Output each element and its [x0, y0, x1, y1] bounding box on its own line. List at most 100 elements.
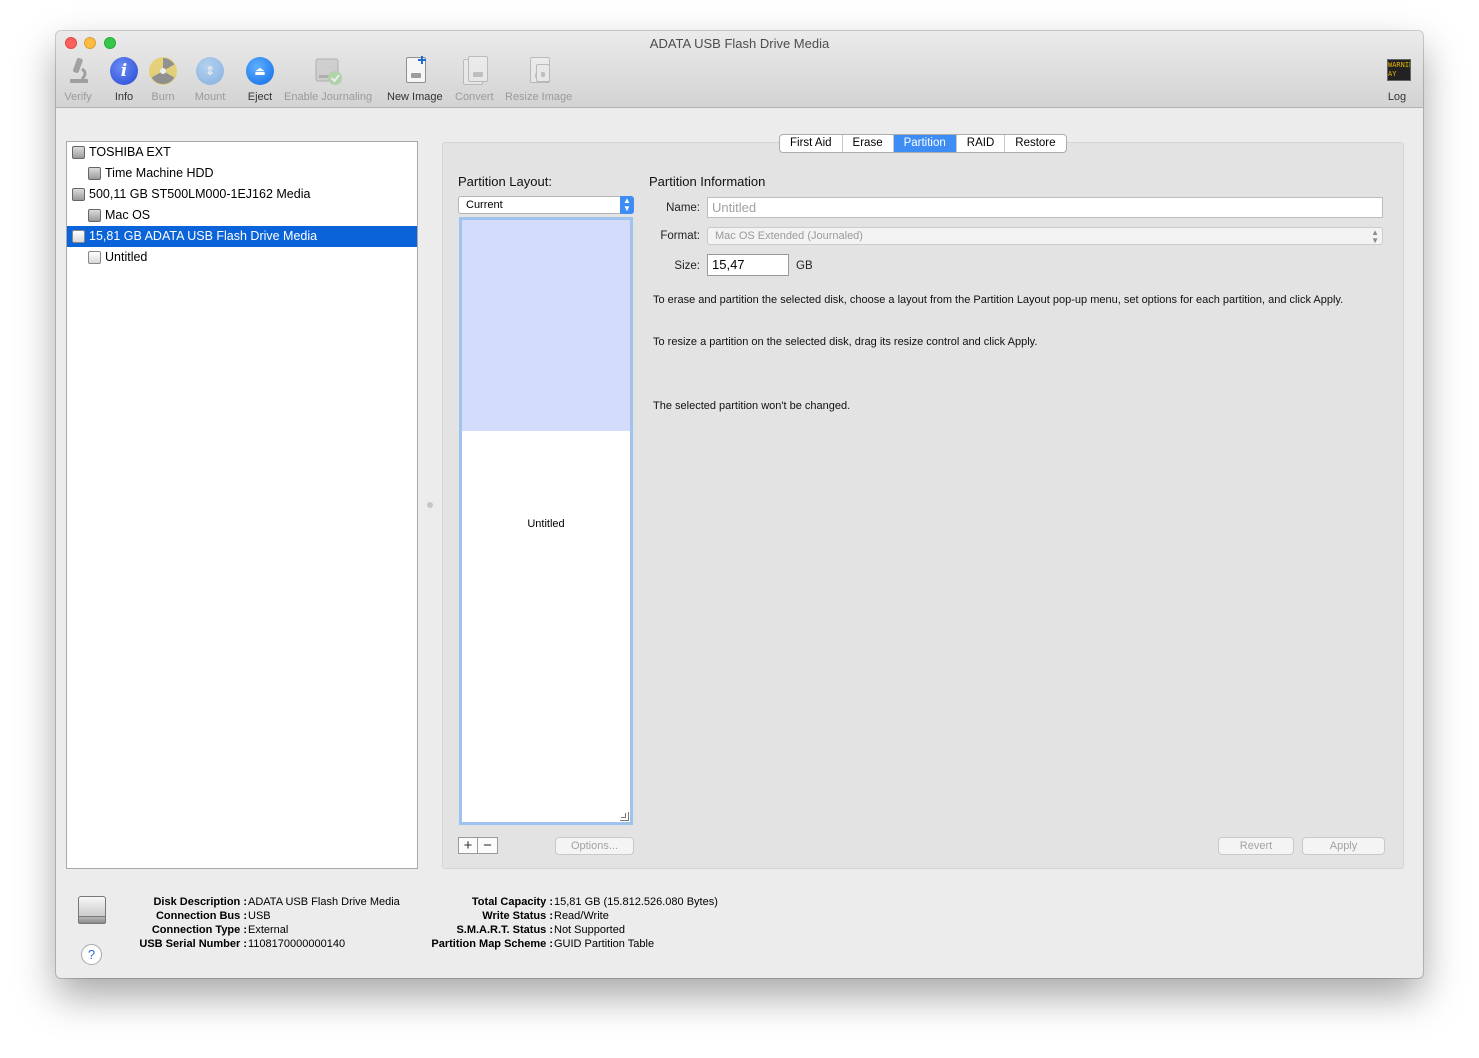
window-title: ADATA USB Flash Drive Media	[649, 36, 830, 51]
connection-bus-label: Connection Bus :	[155, 910, 247, 922]
selected-disk-icon	[78, 896, 106, 926]
partition-layout-popup[interactable]: Current ▲ ▼	[458, 196, 634, 214]
resize-image-icon	[523, 55, 555, 87]
connection-type-value: External	[248, 924, 289, 936]
resize-image-button[interactable]: Resize Image	[505, 55, 572, 103]
disk-list: TOSHIBA EXT Time Machine HDD 500,11 GB S…	[66, 141, 418, 869]
hard-disk-icon	[72, 188, 85, 201]
log-screen-line1: WARNIN	[1388, 61, 1411, 69]
convert-icon	[458, 55, 490, 87]
burn-label: Burn	[151, 91, 175, 103]
size-label: Size:	[674, 260, 700, 272]
new-image-icon	[399, 55, 431, 87]
add-partition-button[interactable]: +	[459, 838, 478, 853]
revert-button[interactable]: Revert	[1218, 837, 1294, 855]
name-label: Name:	[666, 202, 700, 214]
sidebar-item-toshiba-ext[interactable]: TOSHIBA EXT	[67, 142, 417, 163]
sidebar-item-st500lm000-media[interactable]: 500,11 GB ST500LM000-1EJ162 Media	[67, 184, 417, 205]
partition-layout-map: Untitled	[459, 217, 633, 825]
disk-description-value: ADATA USB Flash Drive Media	[248, 896, 400, 908]
partition-resize-handle[interactable]	[620, 812, 629, 821]
sidebar-item-mac-os[interactable]: Mac OS	[67, 205, 417, 226]
write-status-value: Read/Write	[554, 910, 609, 922]
journaling-disk-icon	[312, 55, 344, 87]
info-icon: i	[108, 55, 140, 87]
log-console-icon: WARNIN AY 7:36	[1381, 55, 1413, 87]
eject-label: Eject	[247, 91, 273, 103]
sidebar-item-label: Untitled	[105, 250, 148, 264]
sidebar-item-adata-usb[interactable]: 15,81 GB ADATA USB Flash Drive Media	[67, 226, 417, 247]
options-button[interactable]: Options...	[555, 837, 634, 855]
new-image-label: New Image	[387, 91, 443, 103]
disk-description-label: Disk Description :	[153, 896, 247, 908]
partition-name-field[interactable]: Untitled	[707, 197, 1383, 218]
sidebar-item-untitled[interactable]: Untitled	[67, 247, 417, 268]
resize-image-label: Resize Image	[505, 91, 573, 103]
help-button[interactable]: ?	[81, 944, 102, 965]
sidebar-item-label: Mac OS	[105, 208, 151, 222]
usb-serial-value: 1108170000000140	[248, 938, 346, 950]
partition-add-remove-control: + −	[458, 837, 498, 854]
verify-button[interactable]: Verify	[62, 55, 94, 103]
new-image-button[interactable]: New Image	[387, 55, 443, 103]
partition-status-text: The selected partition won't be changed.	[653, 400, 851, 412]
tab-partition[interactable]: Partition	[893, 135, 957, 152]
partition-name-label: Untitled	[527, 518, 565, 530]
partition-information-heading: Partition Information	[649, 174, 766, 189]
format-label: Format:	[660, 230, 700, 242]
total-capacity-label: Total Capacity :	[471, 896, 553, 908]
smart-status-value: Not Supported	[554, 924, 625, 936]
radiation-icon	[147, 55, 179, 87]
resize-help-text: To resize a partition on the selected di…	[653, 336, 1038, 348]
mount-button[interactable]: ⇕ Mount	[194, 55, 226, 103]
convert-label: Convert	[455, 91, 494, 103]
size-field[interactable]: 15,47	[707, 254, 789, 276]
sidebar-item-label: 15,81 GB ADATA USB Flash Drive Media	[89, 229, 318, 243]
usb-serial-label: USB Serial Number :	[139, 938, 247, 950]
split-view-handle[interactable]	[427, 502, 433, 508]
volume-icon	[88, 209, 101, 222]
convert-button[interactable]: Convert	[455, 55, 494, 103]
eject-button[interactable]: ⏏ Eject	[244, 55, 276, 103]
partition-map-label: Partition Map Scheme :	[431, 938, 553, 950]
volume-icon	[88, 167, 101, 180]
tab-raid[interactable]: RAID	[957, 135, 1006, 152]
log-label: Log	[1387, 91, 1407, 103]
log-button[interactable]: WARNIN AY 7:36 Log	[1381, 55, 1413, 103]
remove-partition-button[interactable]: −	[478, 838, 497, 853]
partition-layout-value: Current	[466, 199, 503, 211]
total-capacity-value: 15,81 GB (15.812.526.080 Bytes)	[554, 896, 718, 908]
volume-icon	[88, 251, 101, 264]
burn-button[interactable]: Burn	[147, 55, 179, 103]
partition-used-area[interactable]	[462, 220, 630, 431]
info-button[interactable]: i Info	[108, 55, 140, 103]
enable-journaling-button[interactable]: Enable Journaling	[284, 55, 372, 103]
partition-layout-heading: Partition Layout:	[458, 174, 552, 189]
sidebar-item-time-machine-hdd[interactable]: Time Machine HDD	[67, 163, 417, 184]
partition-map-value: GUID Partition Table	[554, 938, 655, 950]
hard-disk-icon	[72, 146, 85, 159]
tab-restore[interactable]: Restore	[1005, 135, 1065, 152]
popup-chevron-icon: ▲ ▼	[1371, 228, 1379, 245]
enable-journaling-label: Enable Journaling	[284, 91, 373, 103]
apply-button[interactable]: Apply	[1302, 837, 1385, 855]
verify-label: Verify	[64, 91, 92, 103]
popup-chevron-icon: ▲ ▼	[620, 196, 634, 214]
eject-icon: ⏏	[244, 55, 276, 87]
sidebar-item-label: TOSHIBA EXT	[89, 145, 171, 159]
tab-bar: First Aid Erase Partition RAID Restore	[779, 134, 1067, 153]
title-bar: ADATA USB Flash Drive Media Verify i Inf…	[56, 31, 1423, 108]
size-unit: GB	[796, 260, 813, 272]
log-screen-line2: AY 7:36	[1388, 70, 1405, 80]
format-popup[interactable]: Mac OS Extended (Journaled) ▲ ▼	[707, 227, 1383, 245]
usb-disk-icon	[72, 230, 85, 243]
sidebar-item-label: 500,11 GB ST500LM000-1EJ162 Media	[89, 187, 311, 201]
tab-first-aid[interactable]: First Aid	[780, 135, 843, 152]
mount-icon: ⇕	[194, 55, 226, 87]
format-value: Mac OS Extended (Journaled)	[715, 230, 863, 242]
tab-erase[interactable]: Erase	[843, 135, 894, 152]
write-status-label: Write Status :	[482, 910, 553, 922]
microscope-icon	[62, 55, 94, 87]
info-label: Info	[114, 91, 134, 103]
disk-utility-window: ADATA USB Flash Drive Media Verify i Inf…	[56, 31, 1423, 978]
